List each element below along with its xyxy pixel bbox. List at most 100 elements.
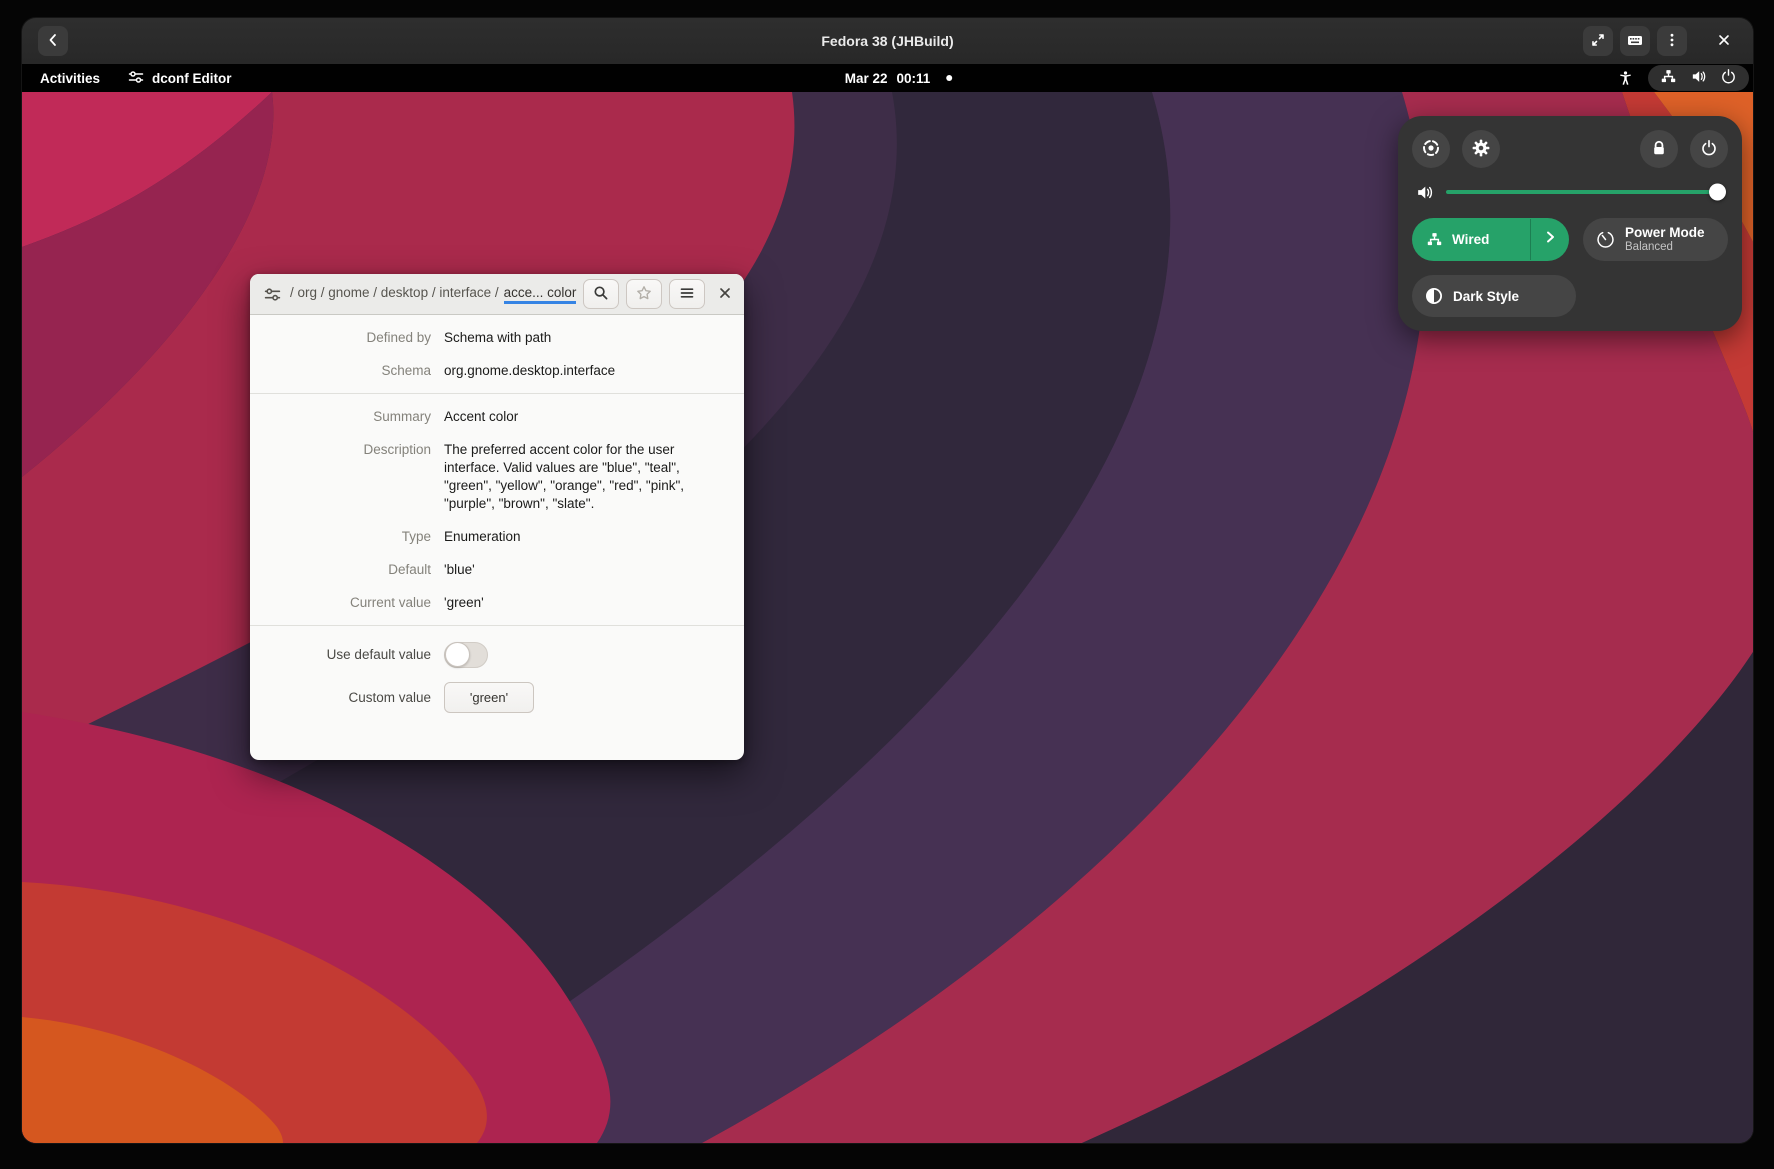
dconf-app-icon: [128, 69, 144, 88]
toggles-row-1: Wired: [1412, 218, 1728, 261]
row-label: Type: [250, 528, 431, 546]
wired-toggle-main[interactable]: Wired: [1412, 218, 1530, 261]
close-icon: [718, 286, 732, 303]
bookmark-button[interactable]: [626, 279, 662, 309]
volume-icon: [1415, 183, 1434, 202]
custom-value-row: Custom value 'green': [250, 674, 744, 719]
main-menu-button[interactable]: [669, 279, 705, 309]
vm-close-button[interactable]: [1709, 26, 1739, 56]
schema-row: Schema org.gnome.desktop.interface: [250, 354, 744, 387]
wired-network-icon: [1660, 68, 1677, 88]
clock-time: 00:11: [896, 71, 930, 86]
system-menu-button[interactable]: [1648, 65, 1749, 91]
screenshot-icon: [1422, 139, 1440, 160]
path-prefix[interactable]: / org / gnome / desktop / interface /: [290, 285, 499, 300]
hamburger-icon: [679, 285, 695, 304]
power-menu-button[interactable]: [1690, 130, 1728, 168]
chevron-left-icon: [45, 32, 61, 51]
row-label: Description: [250, 441, 431, 459]
screenshot-button[interactable]: [1412, 130, 1450, 168]
volume-slider-fill: [1446, 190, 1717, 194]
description-row: Description The preferred accent color f…: [250, 433, 744, 520]
desktop: Wired: [22, 92, 1753, 1143]
vm-titlebar-controls: [1583, 26, 1739, 56]
dark-style-label: Dark Style: [1453, 289, 1519, 304]
volume-slider-knob[interactable]: [1709, 184, 1726, 201]
row-label: Summary: [250, 408, 431, 426]
power-mode-button[interactable]: Power Mode Balanced: [1583, 218, 1728, 261]
row-value: 'blue': [444, 561, 702, 579]
fullscreen-icon: [1590, 32, 1606, 51]
wired-expand-button[interactable]: [1531, 218, 1569, 261]
current-value-row: Current value 'green': [250, 586, 744, 619]
separator: [250, 393, 744, 394]
row-label: Schema: [250, 362, 431, 380]
use-default-row: Use default value: [250, 632, 744, 674]
notification-dot: [946, 75, 952, 81]
search-icon: [593, 285, 609, 304]
volume-icon: [1690, 68, 1707, 88]
row-value: Enumeration: [444, 528, 702, 546]
vm-window-title: Fedora 38 (JHBuild): [821, 33, 953, 49]
summary-row: Summary Accent color: [250, 400, 744, 433]
quick-settings-toprow: [1412, 130, 1728, 168]
path-current-key[interactable]: acce... color: [504, 285, 577, 304]
defined-by-row: Defined by Schema with path: [250, 321, 744, 354]
row-value: org.gnome.desktop.interface: [444, 362, 702, 380]
window-close-button[interactable]: [718, 286, 732, 303]
dark-style-icon: [1425, 287, 1443, 305]
wired-label: Wired: [1452, 232, 1489, 247]
dconf-headerbar: / org / gnome / desktop / interface / ac…: [250, 274, 744, 315]
default-row: Default 'blue': [250, 553, 744, 586]
power-mode-subtitle: Balanced: [1625, 241, 1705, 254]
row-label: Defined by: [250, 329, 431, 347]
app-menu-label: dconf Editor: [152, 71, 232, 86]
type-row: Type Enumeration: [250, 520, 744, 553]
close-icon: [1717, 33, 1731, 50]
screen: Fedora 38 (JHBuild): [0, 0, 1774, 1169]
use-default-label: Use default value: [250, 646, 431, 664]
star-icon: [636, 285, 652, 304]
power-mode-title: Power Mode: [1625, 225, 1705, 241]
keyboard-icon: [1626, 31, 1644, 52]
kebab-menu-icon: [1664, 32, 1680, 51]
chevron-right-icon: [1543, 230, 1557, 249]
gnome-top-bar: Activities dconf Editor Mar 22 00:11: [22, 64, 1753, 92]
clock-date: Mar 22: [845, 71, 888, 86]
row-value: The preferred accent color for the user …: [444, 441, 702, 513]
row-label: Default: [250, 561, 431, 579]
clock-button[interactable]: Mar 22 00:11: [845, 71, 931, 86]
search-button[interactable]: [583, 279, 619, 309]
app-menu-button[interactable]: dconf Editor: [128, 69, 232, 88]
volume-row: [1412, 182, 1728, 202]
status-area: [1617, 64, 1749, 92]
row-value: Accent color: [444, 408, 702, 426]
wired-toggle-button[interactable]: Wired: [1412, 218, 1569, 261]
wired-network-icon: [1426, 231, 1443, 248]
toggle-knob: [445, 642, 470, 667]
menu-button[interactable]: [1657, 26, 1687, 56]
path-bar[interactable]: / org / gnome / desktop / interface / ac…: [290, 285, 576, 304]
use-default-toggle[interactable]: [444, 642, 488, 668]
dconf-editor-window: / org / gnome / desktop / interface / ac…: [250, 274, 744, 760]
keyboard-button[interactable]: [1620, 26, 1650, 56]
back-button[interactable]: [38, 26, 68, 56]
activities-button[interactable]: Activities: [40, 71, 100, 86]
dconf-icon: [264, 286, 281, 303]
power-icon: [1720, 68, 1737, 88]
row-label: Current value: [250, 594, 431, 612]
lock-icon: [1650, 139, 1668, 160]
power-icon: [1700, 139, 1718, 160]
fullscreen-button[interactable]: [1583, 26, 1613, 56]
settings-button[interactable]: [1462, 130, 1500, 168]
lock-button[interactable]: [1640, 130, 1678, 168]
accessibility-icon[interactable]: [1617, 70, 1634, 87]
custom-value-button[interactable]: 'green': [444, 682, 534, 713]
vm-viewer-window: Fedora 38 (JHBuild): [22, 18, 1753, 1143]
row-value: 'green': [444, 594, 702, 612]
vm-titlebar: Fedora 38 (JHBuild): [22, 18, 1753, 64]
volume-slider[interactable]: [1446, 190, 1725, 194]
dark-style-button[interactable]: Dark Style: [1412, 275, 1576, 317]
separator: [250, 625, 744, 626]
power-profile-icon: [1596, 230, 1615, 249]
